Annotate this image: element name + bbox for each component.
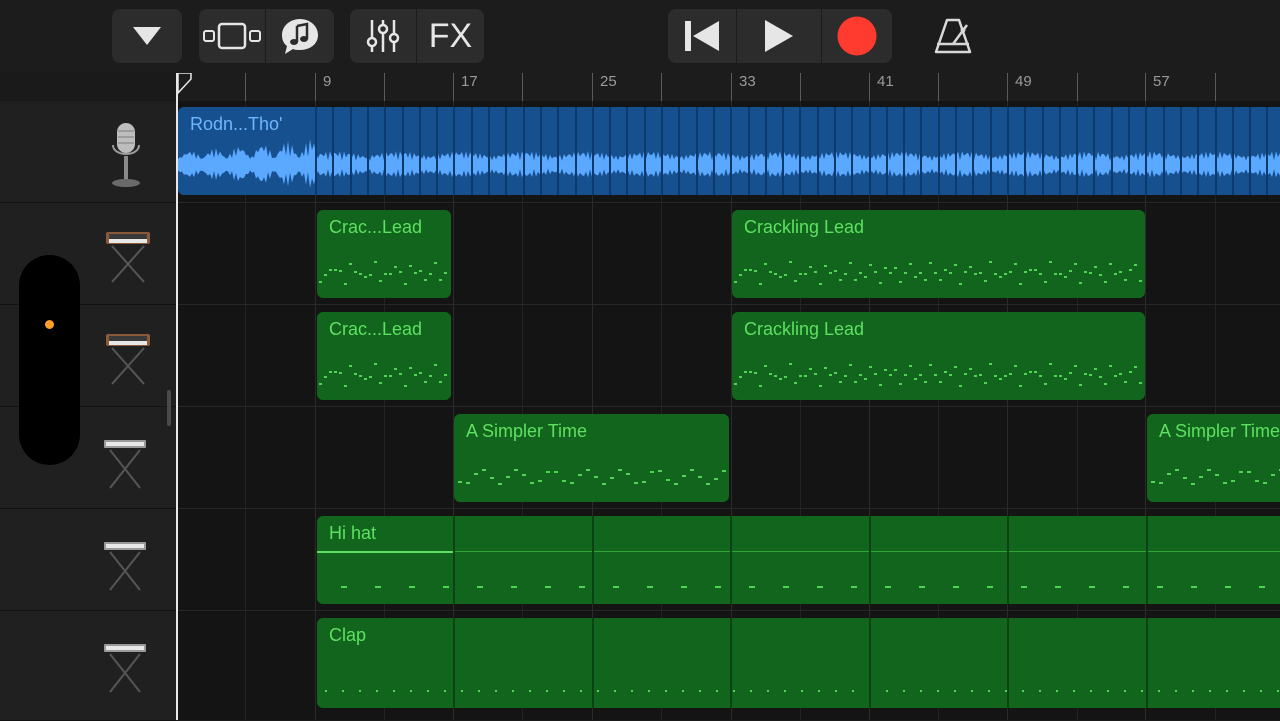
microphone-icon [112,123,140,187]
region-name: Hi hat [329,523,377,543]
metronome-icon [934,18,972,54]
midi-region[interactable]: A Simpler Time [454,414,729,502]
my-songs-button[interactable] [112,9,182,63]
status-dot [45,320,54,329]
fx-button[interactable]: FX [417,9,484,63]
mixer-button[interactable] [350,9,416,63]
region-name: Crac...Lead [329,319,423,339]
region-name: Crackling Lead [744,217,865,237]
metronome-button[interactable] [920,9,986,63]
ruler-bar-label: 33 [739,73,756,90]
keyboard-stand-icon [104,542,146,591]
midi-notes [458,469,726,485]
ruler-bar-label: 41 [877,73,894,90]
view-buttons-group [199,9,334,63]
loops-icon [282,19,318,54]
region-name: Crackling Lead [744,319,865,339]
midi-notes [325,690,1279,692]
play-icon [765,20,793,52]
midi-notes [734,261,1142,285]
keyboard-stand-icon [104,644,146,693]
audio-region[interactable]: Rodn...Tho' [178,107,1280,195]
tracks-view-button[interactable] [199,9,265,63]
keyboard-synth-icon [106,334,150,385]
mixer-icon [366,20,400,52]
midi-region[interactable]: Crackling Lead [732,210,1145,298]
midi-notes [319,363,447,387]
region-name: Clap [329,625,367,645]
ruler-bar-label: 25 [600,73,617,90]
control-bar: FX [0,0,1280,73]
region-name: A Simpler Time [1159,421,1280,441]
play-button[interactable] [737,9,821,63]
midi-notes [341,586,1265,588]
region-name: Rodn...Tho' [190,114,283,134]
ruler-bar-label: 9 [323,73,332,90]
ruler-bar-label: 57 [1153,73,1170,90]
header-resize-handle[interactable] [167,390,171,426]
audio-waveform [178,139,1280,188]
midi-notes [1151,469,1280,485]
ruler-bar-label: 17 [461,73,478,90]
midi-region[interactable]: A Simpler Time [1147,414,1280,502]
tracks-area[interactable]: Rodn...Tho' Crac...Lead Crackling Lead C… [177,101,1280,720]
rewind-button[interactable] [668,9,736,63]
midi-notes [319,261,447,285]
playhead[interactable] [176,73,178,720]
midi-region[interactable]: Crac...Lead [317,312,451,400]
track-controls-handle[interactable] [19,255,80,465]
track-header-6[interactable] [0,610,176,721]
keyboard-stand-icon [104,440,146,489]
ruler-bar-label: 49 [1015,73,1032,90]
dropdown-triangle-icon [112,9,182,63]
transport-group [668,9,892,63]
track-header-5[interactable] [0,508,176,611]
midi-notes [734,363,1142,387]
drum-region[interactable]: Hi hat [317,516,1280,604]
track-header-1[interactable] [0,101,176,203]
mixer-fx-group: FX [350,9,484,63]
tracks-view-icon [203,22,261,50]
fx-label: FX [428,16,473,55]
keyboard-synth-icon [106,232,150,283]
rewind-icon [685,21,719,51]
region-name: A Simpler Time [466,421,588,441]
drum-region[interactable]: Clap [317,618,1280,708]
loops-button[interactable] [266,9,334,63]
midi-region[interactable]: Crac...Lead [317,210,451,298]
record-icon [837,16,877,56]
record-button[interactable] [822,9,892,63]
region-name: Crac...Lead [329,217,423,237]
midi-region[interactable]: Crackling Lead [732,312,1145,400]
timeline-ruler[interactable]: 9 17 25 33 41 49 57 [177,72,1280,102]
